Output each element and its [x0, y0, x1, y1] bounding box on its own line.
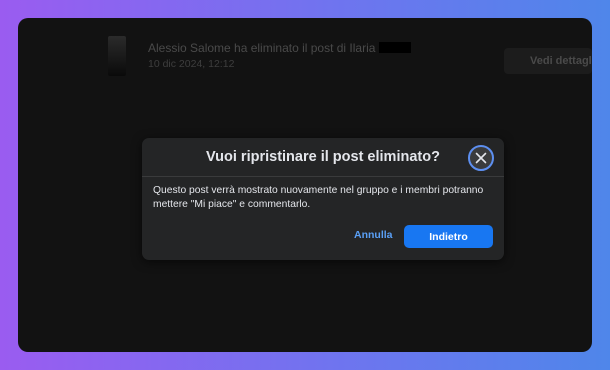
- dialog-title: Vuoi ripristinare il post eliminato?: [206, 149, 440, 165]
- dialog-message: Questo post verrà mostrato nuovamente ne…: [153, 185, 484, 210]
- activity-log-row: Alessio Salome ha eliminato il post di I…: [108, 34, 592, 80]
- close-icon: [475, 152, 487, 164]
- cancel-button[interactable]: Annulla: [354, 229, 393, 241]
- redacted-name: [379, 42, 412, 53]
- activity-text: Alessio Salome ha eliminato il post di I…: [148, 41, 412, 55]
- dialog-header: Vuoi ripristinare il post eliminato?: [142, 138, 504, 177]
- back-button[interactable]: Indietro: [404, 225, 493, 248]
- app-window: Alessio Salome ha eliminato il post di I…: [18, 18, 592, 352]
- avatar: [108, 36, 126, 76]
- view-details-button[interactable]: Vedi dettagli: [504, 48, 592, 74]
- restore-post-dialog: Vuoi ripristinare il post eliminato? Que…: [142, 138, 504, 260]
- activity-description: Alessio Salome ha eliminato il post di I…: [148, 41, 376, 55]
- activity-date: 10 dic 2024, 12:12: [148, 58, 235, 70]
- close-button[interactable]: [468, 145, 494, 171]
